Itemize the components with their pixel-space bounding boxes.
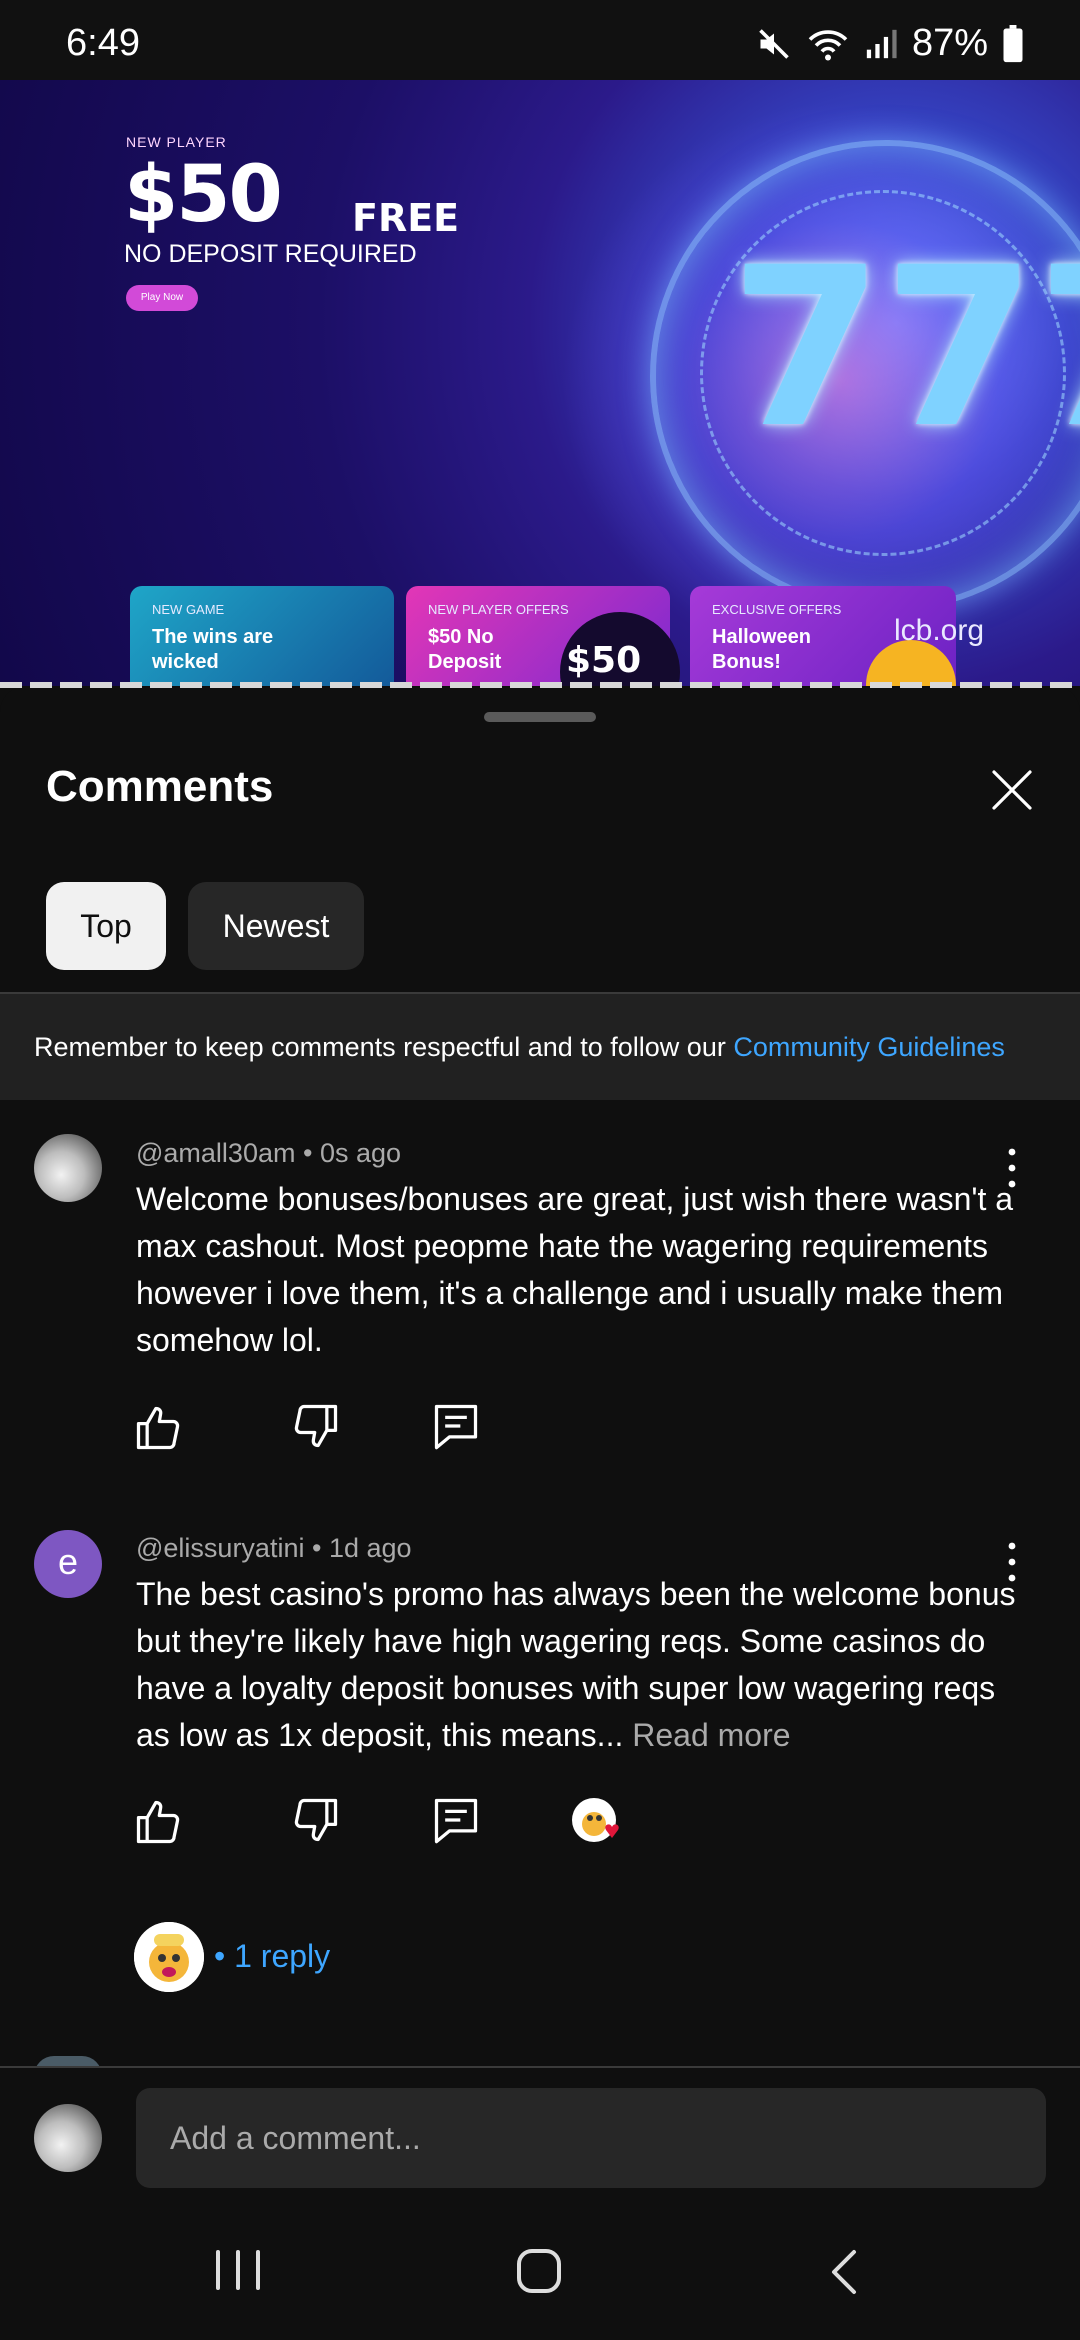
community-guidelines-link[interactable]: Community Guidelines xyxy=(733,1032,1005,1062)
ad-card-title: The wins are wicked xyxy=(152,626,274,673)
replies-count: 1 reply xyxy=(234,1938,331,1974)
thumbs-up-icon xyxy=(136,1800,180,1844)
wifi-icon xyxy=(806,26,850,62)
ad-card-title: Halloween Bonus! xyxy=(712,626,811,673)
video-progress-bar[interactable] xyxy=(0,682,1080,688)
more-vert-icon xyxy=(1008,1148,1016,1188)
drag-handle[interactable] xyxy=(484,712,596,722)
recent-apps-button[interactable] xyxy=(212,2248,264,2292)
ad-site: lcb.org xyxy=(894,614,985,647)
back-button[interactable] xyxy=(826,2248,860,2296)
ad-free: FREE xyxy=(352,196,460,240)
close-icon xyxy=(992,770,1032,810)
reply-separator: • xyxy=(214,1938,226,1974)
comments-title: Comments xyxy=(46,762,274,811)
meta-separator: • xyxy=(302,1138,313,1168)
battery-percent: 87% xyxy=(911,22,988,64)
battery-icon xyxy=(1002,24,1024,63)
status-icons: 87% xyxy=(756,22,1024,65)
reply-comment-icon xyxy=(434,1404,478,1450)
add-comment-placeholder: Add a comment... xyxy=(170,2120,421,2156)
recent-apps-icon xyxy=(216,2250,260,2290)
more-vert-icon xyxy=(1008,1542,1016,1582)
mascot-avatar-icon xyxy=(134,1922,204,1992)
community-notice-text: Remember to keep comments respectful and… xyxy=(34,1032,1005,1063)
meta-separator: • xyxy=(311,1533,322,1563)
comment-menu-button[interactable] xyxy=(992,1138,1032,1198)
ad-play-now-button: Play Now xyxy=(126,285,198,311)
ad-card-badge: $50 xyxy=(566,640,642,681)
filter-newest-chip[interactable]: Newest xyxy=(188,882,364,970)
comment-avatar[interactable] xyxy=(34,1134,102,1202)
comment-body: The best casino's promo has always been … xyxy=(136,1576,1016,1753)
dislike-button[interactable] xyxy=(290,1400,342,1452)
reply-button[interactable] xyxy=(430,1400,482,1452)
home-button[interactable] xyxy=(514,2246,564,2296)
creator-heart-badge xyxy=(570,1796,630,1852)
back-icon xyxy=(832,2250,856,2294)
reply-button[interactable] xyxy=(430,1794,482,1846)
notice-text: Remember to keep comments respectful and… xyxy=(34,1032,734,1062)
ad-no-deposit: NO DEPOSIT REQUIRED xyxy=(124,240,417,268)
comment-text: The best casino's promo has always been … xyxy=(136,1571,1016,1759)
like-button[interactable] xyxy=(132,1796,184,1848)
comment-meta: @amall30am • 0s ago xyxy=(136,1138,401,1169)
comment-time: 0s ago xyxy=(319,1138,402,1168)
thumbs-down-icon xyxy=(294,1404,338,1448)
ad-card-tag: NEW GAME xyxy=(152,602,225,617)
view-replies-link[interactable]: • 1 reply xyxy=(214,1938,330,1975)
home-icon xyxy=(517,2249,561,2293)
comment-avatar[interactable]: e xyxy=(34,1530,102,1598)
reply-comment-icon xyxy=(434,1798,478,1844)
comment-author[interactable]: @elissuryatini xyxy=(136,1533,304,1563)
comment-time: 1d ago xyxy=(328,1533,412,1563)
ad-new-player: NEW PLAYER xyxy=(126,134,227,150)
comment-menu-button[interactable] xyxy=(992,1532,1032,1592)
my-avatar xyxy=(34,2104,102,2172)
reply-avatar xyxy=(134,1922,204,1992)
thumbs-down-icon xyxy=(294,1798,338,1842)
dislike-button[interactable] xyxy=(290,1794,342,1846)
thumbs-up-icon xyxy=(136,1406,180,1450)
comment-text: Welcome bonuses/bonuses are great, just … xyxy=(136,1181,1014,1358)
status-time: 6:49 xyxy=(66,22,140,64)
mute-icon xyxy=(756,26,792,62)
close-button[interactable] xyxy=(982,760,1042,820)
like-button[interactable] xyxy=(132,1402,184,1454)
signal-icon xyxy=(864,27,898,61)
ad-amount: $50 xyxy=(124,150,283,240)
read-more-link[interactable]: Read more xyxy=(632,1717,790,1753)
comment-meta: @elissuryatini • 1d ago xyxy=(136,1533,412,1564)
ad-sevens: 777 xyxy=(730,220,1080,476)
creator-heart-icon xyxy=(572,1798,619,1842)
ad-card-new-game: NEW GAME The wins are wicked xyxy=(130,586,394,686)
comment-author[interactable]: @amall30am xyxy=(136,1138,295,1168)
filter-top-chip[interactable]: Top xyxy=(46,882,166,970)
ad-card-title: $50 No Deposit xyxy=(428,626,502,673)
